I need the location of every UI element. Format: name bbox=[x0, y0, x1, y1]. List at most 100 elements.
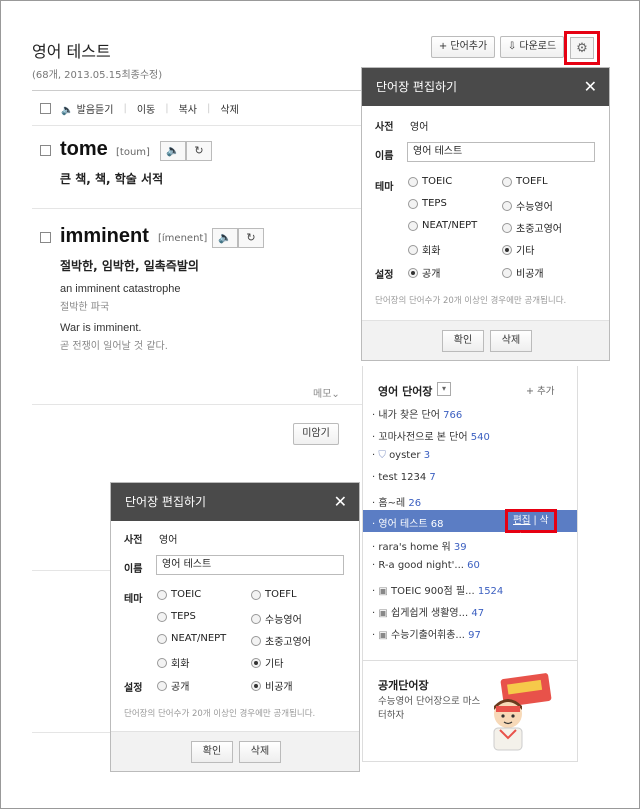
edit-delete-links: 편집 | 삭제 bbox=[505, 509, 557, 544]
confirm-button[interactable]: 확인 bbox=[191, 741, 233, 763]
theme-label: 테마 bbox=[124, 594, 143, 605]
sidebar-item[interactable]: · ▣ 쉽게쉽게 생활영... 47 bbox=[372, 604, 484, 619]
memo-toggle[interactable]: 메모⌄ bbox=[313, 385, 340, 400]
delete-button[interactable]: 삭제 bbox=[220, 101, 238, 116]
book-icon: ▣ bbox=[378, 608, 388, 619]
sidebar-item[interactable]: · ▣ TOEIC 900점 필... 1524 bbox=[372, 582, 503, 597]
word-meaning: 큰 책, 책, 학술 서적 bbox=[60, 172, 164, 186]
word-pronunciation: [toum] bbox=[116, 147, 150, 158]
example-sentence: an imminent catastrophe bbox=[60, 283, 181, 295]
move-button[interactable]: 이동 bbox=[137, 101, 155, 116]
word-checkbox[interactable] bbox=[40, 145, 51, 156]
setting-label: 설정 bbox=[124, 683, 143, 694]
theme-option[interactable]: TOEFL bbox=[502, 176, 548, 187]
book-icon: ▣ bbox=[378, 630, 388, 641]
dict-value: 영어 bbox=[410, 122, 429, 133]
dict-label: 사전 bbox=[124, 535, 143, 546]
theme-option[interactable]: 기타 bbox=[251, 655, 283, 670]
close-icon[interactable]: ✕ bbox=[584, 68, 597, 106]
sidebar-item[interactable]: · ⛉ oyster 3 bbox=[372, 450, 430, 461]
edit-link[interactable]: 편집 bbox=[513, 515, 530, 526]
settings-button[interactable]: ⚙ bbox=[564, 31, 600, 65]
name-label: 이름 bbox=[375, 151, 394, 162]
dialog-header: 단어장 편집하기 ✕ bbox=[111, 483, 359, 521]
copy-button[interactable]: 복사 bbox=[179, 101, 197, 116]
setting-label: 설정 bbox=[375, 270, 394, 281]
repeat-icon[interactable]: ↻ bbox=[186, 141, 212, 161]
speaker-icon[interactable]: 🔈 bbox=[160, 141, 186, 161]
repeat-icon[interactable]: ↻ bbox=[238, 228, 264, 248]
name-input[interactable]: 영어 테스트 bbox=[407, 142, 595, 162]
visibility-option[interactable]: 비공개 bbox=[251, 678, 293, 693]
theme-option[interactable]: TOEIC bbox=[408, 176, 452, 187]
add-word-button[interactable]: + 단어추가 bbox=[431, 36, 495, 58]
download-button[interactable]: ⇩ 다운로드 bbox=[500, 36, 564, 58]
theme-label: 테마 bbox=[375, 182, 394, 193]
sidebar-item[interactable]: · 꼬마사전으로 본 단어 540 bbox=[372, 428, 490, 443]
listen-button[interactable]: 🔈 발음듣기 bbox=[61, 101, 113, 116]
theme-option[interactable]: TEPS bbox=[157, 611, 196, 622]
dialog-title: 단어장 편집하기 bbox=[125, 495, 207, 509]
confirm-button[interactable]: 확인 bbox=[442, 330, 484, 352]
delete-button[interactable]: 삭제 bbox=[490, 330, 532, 352]
mascot-illustration bbox=[493, 673, 552, 751]
page-title: 영어 테스트 bbox=[32, 42, 111, 61]
dialog-footer: 확인 삭제 bbox=[362, 320, 609, 360]
add-wordbook-button[interactable]: + 추가 bbox=[526, 383, 554, 397]
word-checkbox[interactable] bbox=[40, 232, 51, 243]
edit-wordbook-dialog: 단어장 편집하기 ✕ 사전 영어 이름 영어 테스트 테마 TOEIC TOEF… bbox=[110, 482, 360, 772]
gear-icon: ⚙ bbox=[570, 37, 594, 59]
theme-option[interactable]: 수능영어 bbox=[251, 611, 302, 626]
word-headword[interactable]: tome bbox=[60, 138, 108, 161]
theme-option[interactable]: 기타 bbox=[502, 242, 534, 257]
visibility-option[interactable]: 공개 bbox=[408, 265, 440, 280]
visibility-option[interactable]: 공개 bbox=[157, 678, 189, 693]
sidebar-item[interactable]: · ▣ 수능기출어휘총... 97 bbox=[372, 626, 481, 641]
name-input[interactable]: 영어 테스트 bbox=[156, 555, 344, 575]
dialog-header: 단어장 편집하기 ✕ bbox=[362, 68, 609, 106]
dict-label: 사전 bbox=[375, 122, 394, 133]
delete-button[interactable]: 삭제 bbox=[239, 741, 281, 763]
chevron-down-icon[interactable]: ▾ bbox=[437, 382, 451, 396]
selected-item-label: · 영어 테스트 68 bbox=[372, 519, 444, 530]
sidebar-item[interactable]: · test 1234 7 bbox=[372, 472, 436, 483]
speaker-icon[interactable]: 🔈 bbox=[212, 228, 238, 248]
word-toolbar: 🔈 발음듣기 | 이동 | 복사 | 삭제 bbox=[32, 90, 362, 126]
sidebar-item[interactable]: · 홈~레 26 bbox=[372, 494, 421, 509]
listen-label: 발음듣기 bbox=[76, 104, 114, 116]
visibility-option[interactable]: 비공개 bbox=[502, 265, 544, 280]
name-label: 이름 bbox=[124, 564, 143, 575]
divider bbox=[32, 732, 110, 733]
close-icon[interactable]: ✕ bbox=[334, 483, 347, 521]
word-headword[interactable]: imminent bbox=[60, 225, 149, 248]
theme-option[interactable]: TOEFL bbox=[251, 589, 297, 600]
sidebar-item[interactable]: · R-a good night'... 60 bbox=[372, 560, 480, 571]
dialog-title: 단어장 편집하기 bbox=[376, 80, 458, 94]
dialog-footer: 확인 삭제 bbox=[111, 731, 359, 771]
theme-option[interactable]: TOEIC bbox=[157, 589, 201, 600]
theme-option[interactable]: 수능영어 bbox=[502, 198, 553, 213]
theme-option[interactable]: 회화 bbox=[157, 655, 189, 670]
select-all-checkbox[interactable] bbox=[40, 102, 51, 114]
theme-option[interactable]: NEAT/NEPT bbox=[408, 220, 477, 231]
shield-icon: ⛉ bbox=[378, 450, 386, 461]
sidebar-item[interactable]: · 내가 찾은 단어 766 bbox=[372, 406, 462, 421]
visibility-note: 단어장의 단어수가 20개 이상인 경우에만 공개됩니다. bbox=[124, 709, 316, 719]
theme-option[interactable]: NEAT/NEPT bbox=[157, 633, 226, 644]
unmemorized-button[interactable]: 미암기 bbox=[293, 423, 339, 445]
example-translation: 절박한 파국 bbox=[60, 302, 110, 313]
divider bbox=[363, 660, 577, 661]
word-pronunciation: [ímenent] bbox=[158, 233, 208, 244]
theme-option[interactable]: 초중고영어 bbox=[502, 220, 562, 235]
public-wordbook-title[interactable]: 공개단어장 bbox=[378, 677, 429, 693]
sidebar-item[interactable]: · rara's home 워 39 bbox=[372, 538, 467, 553]
example-sentence: War is imminent. bbox=[60, 322, 142, 334]
theme-option[interactable]: TEPS bbox=[408, 198, 447, 209]
word-meaning: 절박한, 임박한, 일촉즉발의 bbox=[60, 259, 199, 273]
theme-option[interactable]: 회화 bbox=[408, 242, 440, 257]
theme-option[interactable]: 초중고영어 bbox=[251, 633, 311, 648]
public-wordbook-subtitle: 수능영어 단어장으로 마스터하자 bbox=[378, 696, 481, 721]
sidebar-title: 영어 단어장 bbox=[378, 385, 433, 398]
divider bbox=[32, 208, 362, 209]
example-translation: 곧 전쟁이 일어날 것 같다. bbox=[60, 341, 168, 352]
